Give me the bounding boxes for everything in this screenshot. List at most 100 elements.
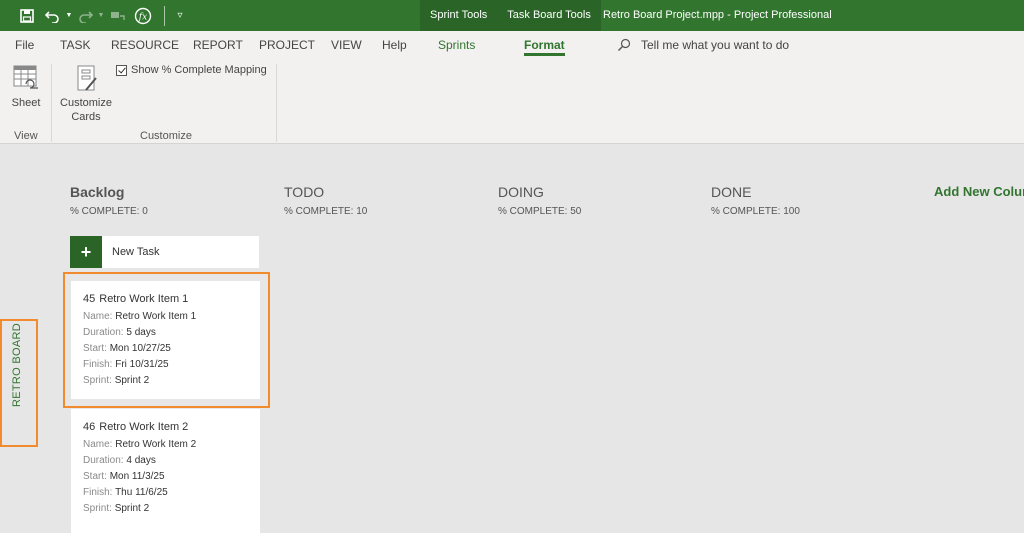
column-backlog: Backlog % COMPLETE: 0 [70,184,148,217]
tab-resource[interactable]: RESOURCE [111,31,179,59]
title-bar: ▼ ▼ fx ▿ Sprint Tools Task Board Tools R… [0,0,1024,31]
card-name: Retro Work Item 1 [99,293,189,305]
card-field-duration: Duration: 4 days [83,453,260,469]
column-percent-complete: % COMPLETE: 100 [711,206,800,217]
customize-qat-icon: ▿ [177,10,183,21]
plus-icon: + [70,236,102,268]
field-key: Duration: [83,455,124,466]
contextual-tab-group: Sprint Tools Task Board Tools [420,0,601,31]
tab-view[interactable]: VIEW [331,31,362,59]
column-title[interactable]: DONE [711,184,800,200]
field-key: Start: [83,343,107,354]
field-key: Duration: [83,327,124,338]
task-card[interactable]: 46 Retro Work Item 2 Name: Retro Work Ite… [71,409,260,533]
add-new-column-link[interactable]: Add New Column [934,184,1024,199]
column-title[interactable]: DOING [498,184,581,200]
customize-cards-icon [77,65,97,91]
column-todo: TODO % COMPLETE: 10 [284,184,367,217]
group-label-customize: Customize [140,130,192,142]
tab-task-board-tools[interactable]: Task Board Tools [497,0,601,31]
redo-dropdown[interactable]: ▼ [96,0,106,31]
customize-cards-button[interactable]: Customize Cards [58,64,114,124]
sheet-button[interactable]: Sheet [8,64,44,110]
field-value: Retro Work Item 1 [115,311,197,322]
tell-me-placeholder: Tell me what you want to do [641,38,790,52]
column-done: DONE % COMPLETE: 100 [711,184,800,217]
tab-project[interactable]: PROJECT [259,31,315,59]
card-field-start: Start: Mon 11/3/25 [83,469,260,485]
new-task-button[interactable]: + New Task [70,236,259,268]
svg-text:fx: fx [138,12,147,22]
card-field-sprint: Sprint: Sprint 2 [83,501,260,517]
undo-icon [45,10,59,23]
window-title: Retro Board Project.mpp - Project Profes… [603,9,832,21]
card-field-name: Name: Retro Work Item 1 [83,309,260,325]
redo-button[interactable] [74,0,96,31]
card-field-name: Name: Retro Work Item 2 [83,437,260,453]
ribbon-tabs: File TASK RESOURCE REPORT PROJECT VIEW H… [0,31,1024,59]
tab-sprints[interactable]: Sprints [438,31,475,59]
card-name: Retro Work Item 2 [99,421,189,433]
field-value: Thu 11/6/25 [115,487,168,498]
card-title: 45 Retro Work Item 1 [83,293,260,305]
column-title[interactable]: Backlog [70,184,148,200]
quick-access-toolbar: ▼ ▼ fx ▿ [0,0,187,31]
board-name-label[interactable]: RETRO BOARD [11,323,23,407]
field-key: Sprint: [83,375,112,386]
card-field-finish: Finish: Fri 10/31/25 [83,357,260,373]
field-value: Sprint 2 [114,375,150,386]
tell-me-search[interactable]: Tell me what you want to do [617,31,789,59]
fx-icon: fx [134,7,152,24]
link-tasks-button[interactable] [106,0,130,31]
fx-button[interactable]: fx [130,0,156,31]
column-percent-complete: % COMPLETE: 0 [70,206,148,217]
checkbox-checked-icon [116,64,127,76]
tab-help[interactable]: Help [382,31,407,59]
column-percent-complete: % COMPLETE: 10 [284,206,368,217]
field-value: Mon 11/3/25 [109,471,165,482]
column-percent-complete: % COMPLETE: 50 [498,206,582,217]
tab-file[interactable]: File [15,31,34,59]
customize-qat-button[interactable]: ▿ [173,0,187,31]
save-button[interactable] [12,0,42,31]
column-title[interactable]: TODO [284,184,367,200]
group-separator [51,64,52,142]
field-value: Mon 10/27/25 [109,343,171,354]
field-key: Finish: [83,487,113,498]
card-id: 46 [83,421,96,433]
field-key: Start: [83,471,107,482]
card-field-duration: Duration: 5 days [83,325,260,341]
field-value: Fri 10/31/25 [115,359,169,370]
tab-report[interactable]: REPORT [193,31,243,59]
group-separator [276,64,277,142]
group-label-view: View [14,130,38,142]
sheet-label: Sheet [11,97,41,109]
field-key: Name: [83,439,113,450]
save-icon [20,8,34,23]
field-value: 4 days [126,455,156,466]
card-title: 46 Retro Work Item 2 [83,421,260,433]
tab-task[interactable]: TASK [60,31,90,59]
field-key: Name: [83,311,113,322]
link-tasks-icon [111,11,125,20]
undo-button[interactable] [42,0,64,31]
tab-sprint-tools[interactable]: Sprint Tools [420,0,497,31]
task-card[interactable]: 45 Retro Work Item 1 Name: Retro Work Ite… [71,281,260,399]
card-field-sprint: Sprint: Sprint 2 [83,373,260,389]
card-id: 45 [83,293,96,305]
undo-dropdown[interactable]: ▼ [64,0,74,31]
show-complete-mapping-label: Show % Complete Mapping [131,64,267,76]
new-task-label: New Task [112,246,160,258]
sheet-icon [13,65,38,89]
show-complete-mapping-checkbox[interactable]: Show % Complete Mapping [116,64,267,76]
field-key: Sprint: [83,503,112,514]
customize-cards-label-1: Customize [60,97,112,109]
column-doing: DOING % COMPLETE: 50 [498,184,581,217]
tab-format[interactable]: Format [524,31,565,59]
search-icon [618,38,631,51]
field-key: Finish: [83,359,113,370]
card-field-finish: Finish: Thu 11/6/25 [83,485,260,501]
task-board: RETRO BOARD Backlog % COMPLETE: 0 TODO %… [0,145,1024,533]
card-field-start: Start: Mon 10/27/25 [83,341,260,357]
customize-cards-label-2: Cards [71,111,101,123]
